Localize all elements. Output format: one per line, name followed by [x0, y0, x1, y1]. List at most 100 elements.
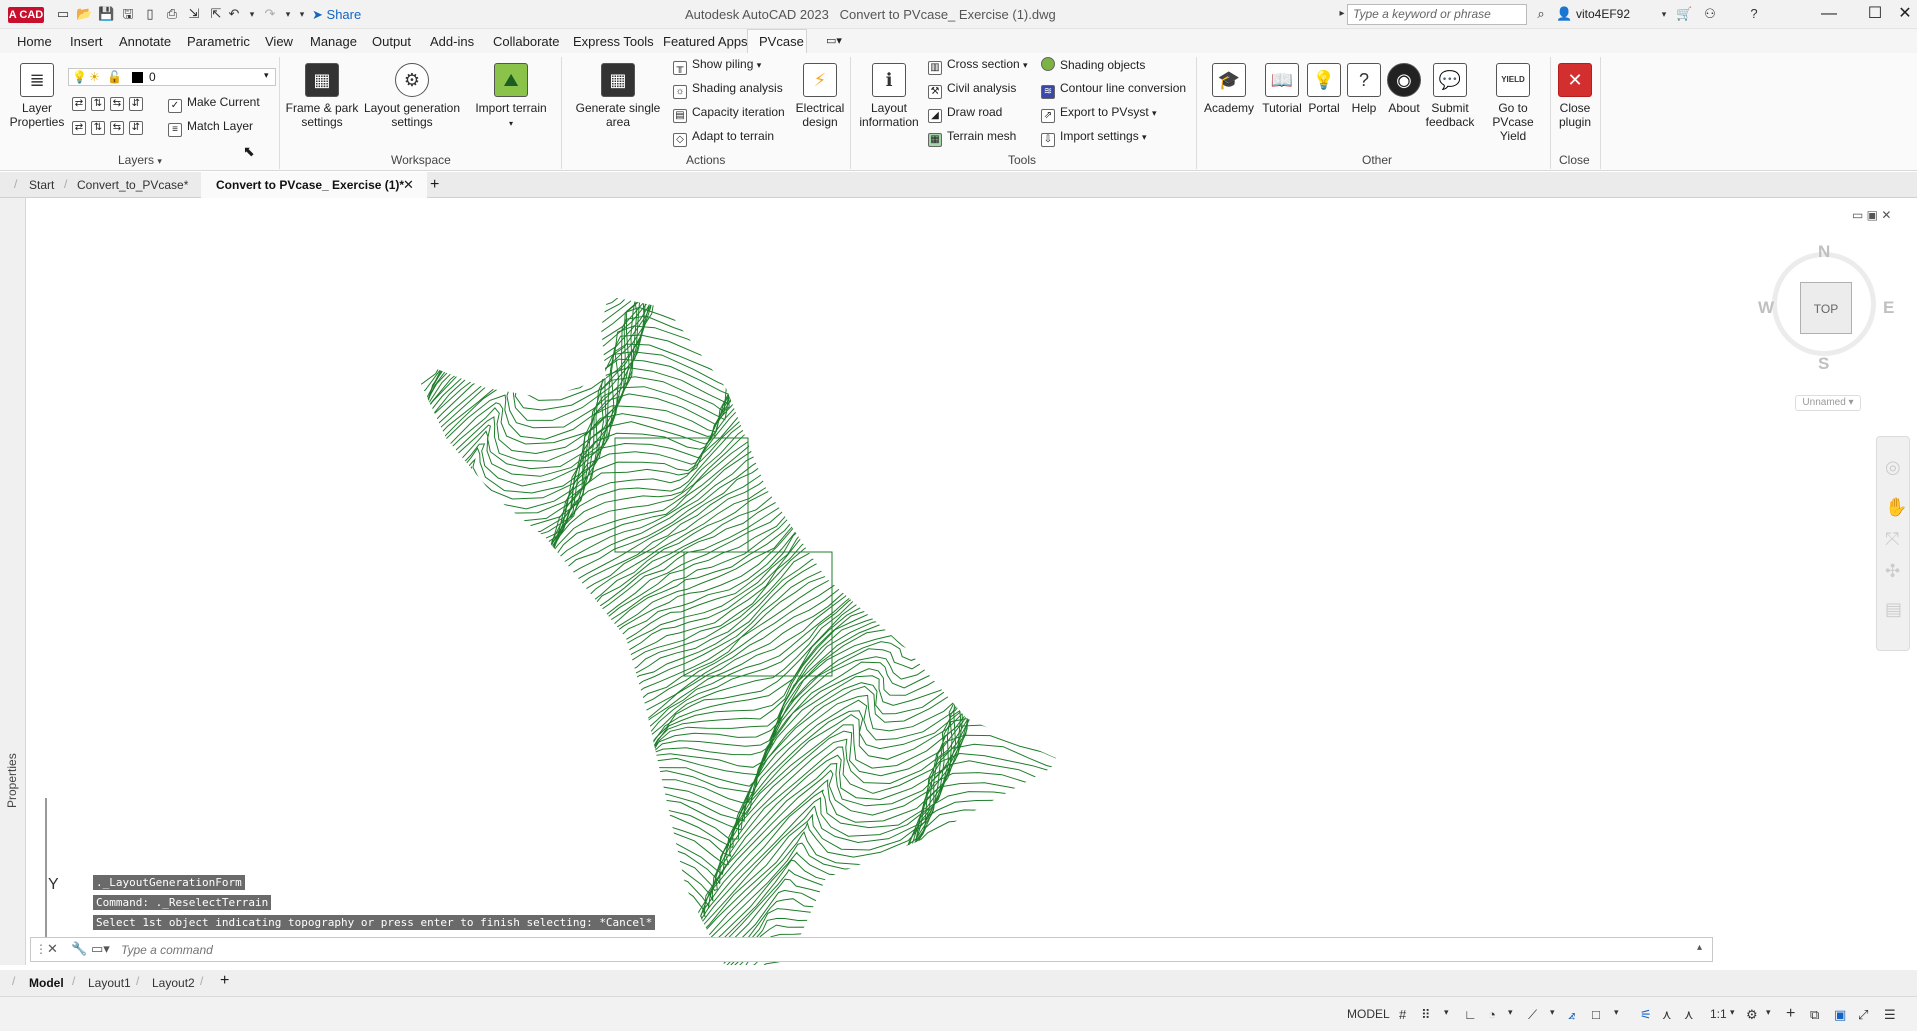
help-button[interactable]: ? Help [1344, 63, 1384, 115]
new-file-icon[interactable]: ▭ [55, 6, 71, 22]
user-icon[interactable]: 👤 [1556, 6, 1572, 22]
undo-icon[interactable]: ↶ [226, 6, 242, 22]
properties-label[interactable]: Properties [5, 753, 19, 808]
tab-parametric[interactable]: Parametric [187, 34, 250, 49]
workspace-gear-icon[interactable]: ⚙ [1746, 1007, 1758, 1023]
close-window-button[interactable]: ✕ [1890, 3, 1917, 25]
layer-walk-icon[interactable]: ⇵ [129, 97, 143, 111]
contour-line-conversion-button[interactable]: ≋ Contour line conversion [1041, 81, 1186, 99]
tab-insert[interactable]: Insert [70, 34, 103, 49]
civil-analysis-button[interactable]: ⚒ Civil analysis [928, 81, 1016, 99]
undo-dropdown-icon[interactable]: ▾ [244, 6, 260, 22]
viewcube-top-face[interactable]: TOP [1800, 282, 1852, 334]
save-icon[interactable]: 💾 [98, 6, 114, 22]
layout-tab-model[interactable]: Model [29, 976, 64, 990]
osnap-icon[interactable]: □ [1592, 1007, 1600, 1022]
user-name[interactable]: vito4EF92 [1576, 7, 1630, 21]
export-icon[interactable]: ⇱ [208, 6, 224, 22]
portal-button[interactable]: 💡 Portal [1304, 63, 1344, 115]
properties-palette-strip[interactable]: Properties [0, 198, 26, 965]
layout-information-button[interactable]: ℹ Layout information [855, 63, 923, 129]
export-to-pvsyst-button[interactable]: ⇗ Export to PVsyst ▾ [1041, 105, 1157, 123]
command-drag-handle-icon[interactable]: ⋮ [35, 942, 47, 956]
annotation-scale-icon[interactable]: ⋏ [1684, 1007, 1694, 1023]
customize-status-bar-icon[interactable]: ☰ [1884, 1007, 1896, 1023]
redo-icon[interactable]: ↷ [262, 6, 278, 22]
submit-feedback-button[interactable]: 💬 Submit feedback [1424, 63, 1476, 129]
generate-single-area-button[interactable]: ▦ Generate single area [570, 63, 666, 129]
layer-isolate-icon[interactable]: ⇄ [72, 97, 86, 111]
polar-icon[interactable]: ◔ [1488, 1007, 1496, 1022]
open-file-icon[interactable]: 📂 [76, 6, 92, 22]
layer-lock-toggle-icon[interactable]: ⇵ [129, 121, 143, 135]
close-command-line-icon[interactable]: ✕ [47, 941, 58, 957]
frame-park-settings-button[interactable]: ▦ Frame & park settings [283, 63, 361, 129]
search-icon[interactable]: ⌕ [1533, 6, 1549, 22]
compass-east[interactable]: E [1883, 298, 1894, 318]
cross-section-button[interactable]: ▥ Cross section ▾ [928, 57, 1028, 75]
zoom-icon[interactable]: ⤧ [1885, 529, 1899, 550]
layer-freeze-icon[interactable]: ⇆ [110, 97, 124, 111]
shading-objects-button[interactable]: Shading objects [1041, 57, 1145, 72]
tab-manage[interactable]: Manage [310, 34, 357, 49]
model-space-toggle[interactable]: MODEL [1347, 1007, 1390, 1021]
isodraft-icon[interactable]: ⟋ [1528, 1007, 1537, 1023]
osnap-dropdown-icon[interactable]: ▾ [1614, 1007, 1619, 1018]
minimize-button[interactable]: — [1814, 3, 1844, 25]
close-tab-icon[interactable]: ✕ [403, 177, 414, 193]
annotation-visibility-icon[interactable]: ⚟ [1640, 1007, 1652, 1023]
make-current-button[interactable]: ✓ Make Current [168, 95, 260, 113]
close-plugin-button[interactable]: ✕ Close plugin [1553, 63, 1597, 129]
about-button[interactable]: ◉ About [1384, 63, 1424, 115]
electrical-design-button[interactable]: ⚡ Electrical design [792, 63, 848, 129]
ribbon-minimize-icon[interactable]: ▭▾ [826, 34, 842, 47]
snap-icon[interactable]: ⠿ [1421, 1007, 1431, 1023]
layer-properties-button[interactable]: ≣ Layer Properties [6, 63, 68, 129]
tab-express-tools[interactable]: Express Tools [573, 34, 654, 49]
doc-tab-exercise[interactable]: Convert to PVcase_ Exercise (1)* [216, 178, 404, 192]
drawing-canvas[interactable]: Y ▭ ▣ ✕ [26, 198, 1917, 968]
layer-on-all-icon[interactable]: ⇅ [91, 121, 105, 135]
layout-tab-layout2[interactable]: Layout2 [152, 976, 195, 990]
snap-dropdown-icon[interactable]: ▾ [1444, 1007, 1449, 1018]
orbit-icon[interactable]: ✣ [1885, 561, 1900, 582]
layer-dropdown[interactable]: 💡 ☀ 🔓 0 ▾ [68, 68, 276, 86]
cart-icon[interactable]: 🛒 [1676, 6, 1692, 22]
workspace-dropdown-icon[interactable]: ▾ [1766, 1007, 1771, 1018]
layout-tab-layout1[interactable]: Layout1 [88, 976, 131, 990]
doc-tab-start[interactable]: Start [29, 178, 54, 192]
showmotion-icon[interactable]: ▤ [1885, 599, 1902, 620]
units-icon[interactable]: ⧉ [1810, 1007, 1819, 1023]
help-search-input[interactable]: Type a keyword or phrase [1347, 4, 1527, 25]
maximize-button[interactable]: ☐ [1860, 3, 1890, 25]
publish-icon[interactable]: ▯ [142, 6, 158, 22]
tutorial-button[interactable]: 📖 Tutorial [1259, 63, 1305, 115]
help-icon[interactable]: ? [1746, 6, 1762, 22]
print-icon[interactable]: ⎙ [164, 6, 180, 22]
recent-commands-icon[interactable]: ▭▾ [91, 941, 110, 957]
terrain-mesh-button[interactable]: ▦ Terrain mesh [928, 129, 1016, 147]
app-logo[interactable]: A CAD [8, 7, 44, 23]
new-tab-icon[interactable]: + [430, 176, 439, 194]
pan-icon[interactable]: ✋ [1885, 497, 1907, 518]
shading-analysis-button[interactable]: ☼ Shading analysis [673, 81, 783, 99]
customize-qat-icon[interactable]: ▾ [294, 6, 310, 22]
adapt-to-terrain-button[interactable]: ◇ Adapt to terrain [673, 129, 774, 147]
user-dropdown-icon[interactable]: ▾ [1656, 6, 1672, 22]
connect-icon[interactable]: ⚇ [1702, 6, 1718, 22]
ortho-icon[interactable]: ∟ [1464, 1007, 1477, 1022]
tab-home[interactable]: Home [17, 34, 52, 49]
quick-properties-icon[interactable]: ▣ [1834, 1007, 1846, 1023]
layer-thaw-all-icon[interactable]: ⇆ [110, 121, 124, 135]
doc-tab-convert-to-pvcase[interactable]: Convert_to_PVcase* [77, 178, 188, 192]
customize-command-icon[interactable]: 🔧 [71, 941, 87, 957]
tab-collaborate[interactable]: Collaborate [493, 34, 560, 49]
clean-screen-icon[interactable]: ⤢ [1858, 1007, 1868, 1023]
compass-north[interactable]: N [1818, 242, 1830, 262]
polar-dropdown-icon[interactable]: ▾ [1508, 1007, 1513, 1018]
capacity-iteration-button[interactable]: ▤ Capacity iteration [673, 105, 785, 123]
layer-off-icon[interactable]: ⇅ [91, 97, 105, 111]
compass-south[interactable]: S [1818, 354, 1829, 374]
auto-scale-icon[interactable]: ⋏ [1662, 1007, 1672, 1023]
viewport-controls-icon[interactable]: ▭ ▣ ✕ [1852, 208, 1891, 222]
